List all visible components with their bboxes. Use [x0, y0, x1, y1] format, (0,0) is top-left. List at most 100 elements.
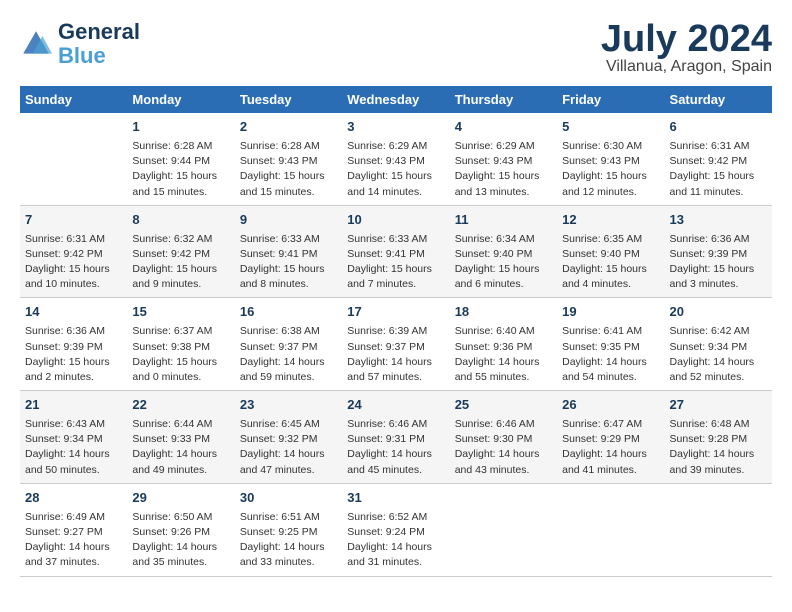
- day-info: Sunrise: 6:46 AMSunset: 9:31 PMDaylight:…: [347, 417, 444, 478]
- day-header-thursday: Thursday: [450, 86, 557, 113]
- day-info: Sunrise: 6:43 AMSunset: 9:34 PMDaylight:…: [25, 417, 122, 478]
- title-block: July 2024 Villanua, Aragon, Spain: [601, 20, 772, 76]
- day-number: 3: [347, 118, 444, 137]
- day-header-monday: Monday: [127, 86, 234, 113]
- calendar-cell: [20, 113, 127, 205]
- day-number: 1: [132, 118, 229, 137]
- day-info: Sunrise: 6:33 AMSunset: 9:41 PMDaylight:…: [347, 232, 444, 293]
- day-number: 26: [562, 396, 659, 415]
- calendar-body: 1 Sunrise: 6:28 AMSunset: 9:44 PMDaylight…: [20, 113, 772, 576]
- day-number: 24: [347, 396, 444, 415]
- day-number: 8: [132, 211, 229, 230]
- calendar-cell: [557, 483, 664, 576]
- calendar-cell: 17Sunrise: 6:39 AMSunset: 9:37 PMDayligh…: [342, 298, 449, 391]
- calendar-cell: 16 Sunrise: 6:38 AMSunset: 9:37 PMDayligh…: [235, 298, 342, 391]
- day-number: 23: [240, 396, 337, 415]
- subtitle: Villanua, Aragon, Spain: [601, 58, 772, 76]
- day-number: 21: [25, 396, 122, 415]
- calendar-cell: 26 Sunrise: 6:47 AMSunset: 9:29 PMDayligh…: [557, 391, 664, 484]
- logo: General Blue: [20, 20, 140, 68]
- page-header: General Blue July 2024 Villanua, Aragon,…: [20, 20, 772, 76]
- day-number: 11: [455, 211, 552, 230]
- day-info: Sunrise: 6:28 AMSunset: 9:43 PMDaylight:…: [240, 139, 337, 200]
- day-number: 9: [240, 211, 337, 230]
- day-info: Sunrise: 6:28 AMSunset: 9:44 PMDaylight:…: [132, 139, 229, 200]
- day-number: 17: [347, 303, 444, 322]
- day-info: Sunrise: 6:44 AMSunset: 9:33 PMDaylight:…: [132, 417, 229, 478]
- day-info: Sunrise: 6:46 AMSunset: 9:30 PMDaylight:…: [455, 417, 552, 478]
- main-title: July 2024: [601, 20, 772, 58]
- day-number: 15: [132, 303, 229, 322]
- calendar-cell: 3 Sunrise: 6:29 AMSunset: 9:43 PMDaylight…: [342, 113, 449, 205]
- calendar-cell: 22 Sunrise: 6:44 AMSunset: 9:33 PMDayligh…: [127, 391, 234, 484]
- calendar-cell: 15Sunrise: 6:37 AMSunset: 9:38 PMDayligh…: [127, 298, 234, 391]
- day-info: Sunrise: 6:29 AMSunset: 9:43 PMDaylight:…: [347, 139, 444, 200]
- calendar-cell: 24 Sunrise: 6:46 AMSunset: 9:31 PMDayligh…: [342, 391, 449, 484]
- calendar-cell: 14Sunrise: 6:36 AMSunset: 9:39 PMDayligh…: [20, 298, 127, 391]
- day-info: Sunrise: 6:51 AMSunset: 9:25 PMDaylight:…: [240, 510, 337, 571]
- day-info: Sunrise: 6:33 AMSunset: 9:41 PMDaylight:…: [240, 232, 337, 293]
- day-info: Sunrise: 6:47 AMSunset: 9:29 PMDaylight:…: [562, 417, 659, 478]
- calendar-cell: 10 Sunrise: 6:33 AMSunset: 9:41 PMDayligh…: [342, 205, 449, 298]
- day-number: 14: [25, 303, 122, 322]
- day-info: Sunrise: 6:45 AMSunset: 9:32 PMDaylight:…: [240, 417, 337, 478]
- day-info: Sunrise: 6:50 AMSunset: 9:26 PMDaylight:…: [132, 510, 229, 571]
- day-number: 22: [132, 396, 229, 415]
- logo-line1: General: [58, 20, 140, 44]
- calendar-week-2: 7Sunrise: 6:31 AMSunset: 9:42 PMDaylight…: [20, 205, 772, 298]
- calendar-cell: 23 Sunrise: 6:45 AMSunset: 9:32 PMDayligh…: [235, 391, 342, 484]
- calendar-week-5: 28Sunrise: 6:49 AMSunset: 9:27 PMDayligh…: [20, 483, 772, 576]
- day-header-sunday: Sunday: [20, 86, 127, 113]
- calendar-cell: [450, 483, 557, 576]
- calendar-week-3: 14Sunrise: 6:36 AMSunset: 9:39 PMDayligh…: [20, 298, 772, 391]
- calendar-cell: 13Sunrise: 6:36 AMSunset: 9:39 PMDayligh…: [665, 205, 772, 298]
- day-number: 25: [455, 396, 552, 415]
- calendar-cell: 9 Sunrise: 6:33 AMSunset: 9:41 PMDaylight…: [235, 205, 342, 298]
- calendar-cell: 6Sunrise: 6:31 AMSunset: 9:42 PMDaylight…: [665, 113, 772, 205]
- day-info: Sunrise: 6:42 AMSunset: 9:34 PMDaylight:…: [670, 324, 767, 385]
- calendar-cell: [665, 483, 772, 576]
- calendar-cell: 28Sunrise: 6:49 AMSunset: 9:27 PMDayligh…: [20, 483, 127, 576]
- day-info: Sunrise: 6:38 AMSunset: 9:37 PMDaylight:…: [240, 324, 337, 385]
- day-number: 4: [455, 118, 552, 137]
- day-info: Sunrise: 6:48 AMSunset: 9:28 PMDaylight:…: [670, 417, 767, 478]
- day-info: Sunrise: 6:41 AMSunset: 9:35 PMDaylight:…: [562, 324, 659, 385]
- calendar-cell: 1 Sunrise: 6:28 AMSunset: 9:44 PMDaylight…: [127, 113, 234, 205]
- day-number: 20: [670, 303, 767, 322]
- logo-icon: [20, 28, 52, 60]
- day-info: Sunrise: 6:31 AMSunset: 9:42 PMDaylight:…: [670, 139, 767, 200]
- calendar-cell: 21 Sunrise: 6:43 AMSunset: 9:34 PMDayligh…: [20, 391, 127, 484]
- day-number: 31: [347, 489, 444, 508]
- calendar-cell: 7Sunrise: 6:31 AMSunset: 9:42 PMDaylight…: [20, 205, 127, 298]
- calendar-week-1: 1 Sunrise: 6:28 AMSunset: 9:44 PMDaylight…: [20, 113, 772, 205]
- day-info: Sunrise: 6:34 AMSunset: 9:40 PMDaylight:…: [455, 232, 552, 293]
- day-number: 10: [347, 211, 444, 230]
- calendar-cell: 29Sunrise: 6:50 AMSunset: 9:26 PMDayligh…: [127, 483, 234, 576]
- day-header-saturday: Saturday: [665, 86, 772, 113]
- calendar-cell: 20 Sunrise: 6:42 AMSunset: 9:34 PMDayligh…: [665, 298, 772, 391]
- day-info: Sunrise: 6:32 AMSunset: 9:42 PMDaylight:…: [132, 232, 229, 293]
- day-number: 2: [240, 118, 337, 137]
- calendar-cell: 12 Sunrise: 6:35 AMSunset: 9:40 PMDayligh…: [557, 205, 664, 298]
- day-number: 30: [240, 489, 337, 508]
- day-info: Sunrise: 6:49 AMSunset: 9:27 PMDaylight:…: [25, 510, 122, 571]
- days-of-week-row: SundayMondayTuesdayWednesdayThursdayFrid…: [20, 86, 772, 113]
- calendar-cell: 5Sunrise: 6:30 AMSunset: 9:43 PMDaylight…: [557, 113, 664, 205]
- day-header-wednesday: Wednesday: [342, 86, 449, 113]
- calendar-cell: 2 Sunrise: 6:28 AMSunset: 9:43 PMDaylight…: [235, 113, 342, 205]
- day-info: Sunrise: 6:52 AMSunset: 9:24 PMDaylight:…: [347, 510, 444, 571]
- day-number: 12: [562, 211, 659, 230]
- day-number: 16: [240, 303, 337, 322]
- day-number: 27: [670, 396, 767, 415]
- day-number: 5: [562, 118, 659, 137]
- calendar-cell: 4Sunrise: 6:29 AMSunset: 9:43 PMDaylight…: [450, 113, 557, 205]
- calendar-cell: 11 Sunrise: 6:34 AMSunset: 9:40 PMDayligh…: [450, 205, 557, 298]
- day-info: Sunrise: 6:35 AMSunset: 9:40 PMDaylight:…: [562, 232, 659, 293]
- day-info: Sunrise: 6:40 AMSunset: 9:36 PMDaylight:…: [455, 324, 552, 385]
- calendar-cell: 27 Sunrise: 6:48 AMSunset: 9:28 PMDayligh…: [665, 391, 772, 484]
- calendar-table: SundayMondayTuesdayWednesdayThursdayFrid…: [20, 86, 772, 577]
- calendar-cell: 19Sunrise: 6:41 AMSunset: 9:35 PMDayligh…: [557, 298, 664, 391]
- calendar-header: SundayMondayTuesdayWednesdayThursdayFrid…: [20, 86, 772, 113]
- calendar-cell: 25 Sunrise: 6:46 AMSunset: 9:30 PMDayligh…: [450, 391, 557, 484]
- day-number: 7: [25, 211, 122, 230]
